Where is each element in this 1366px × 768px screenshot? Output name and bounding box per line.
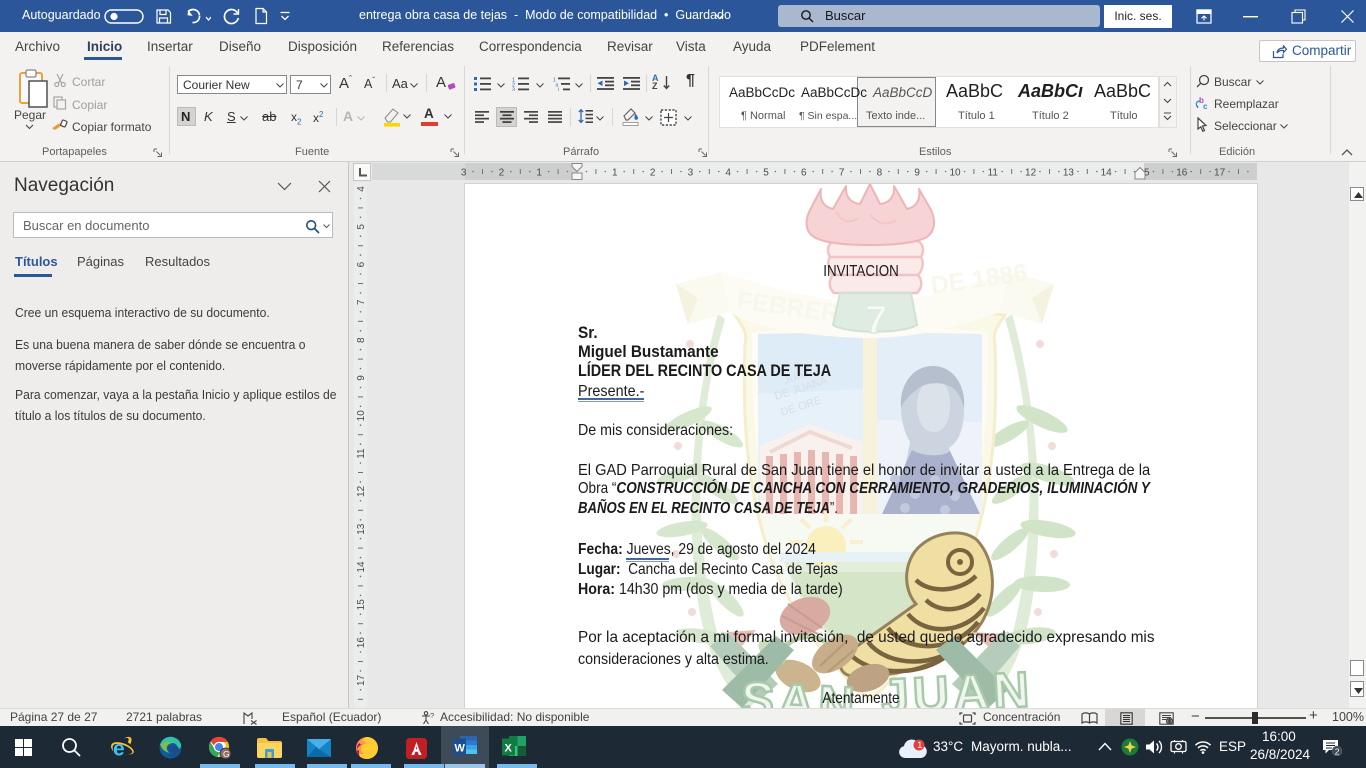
svg-text:9: 9 xyxy=(356,375,367,381)
svg-text:13: 13 xyxy=(1063,168,1075,179)
svg-text:3: 3 xyxy=(688,168,694,179)
svg-text:17: 17 xyxy=(356,674,367,686)
svg-text:X: X xyxy=(505,743,513,755)
svg-text:7: 7 xyxy=(865,298,887,342)
svg-text:14: 14 xyxy=(1101,168,1113,179)
svg-text:2: 2 xyxy=(650,168,656,179)
svg-text:2: 2 xyxy=(499,168,505,179)
svg-text:1: 1 xyxy=(536,168,542,179)
svg-text:4: 4 xyxy=(725,168,731,179)
svg-text:7: 7 xyxy=(356,299,367,305)
svg-text:6: 6 xyxy=(801,168,807,179)
svg-text:17: 17 xyxy=(1214,168,1226,179)
svg-text:e: e xyxy=(113,738,125,760)
svg-text:5: 5 xyxy=(356,224,367,230)
svg-text:13: 13 xyxy=(356,523,367,535)
svg-text:11: 11 xyxy=(356,448,367,459)
svg-text:2: 2 xyxy=(1335,746,1340,756)
svg-text:3: 3 xyxy=(512,87,515,91)
svg-text:11: 11 xyxy=(988,168,999,179)
svg-text:16: 16 xyxy=(1176,168,1188,179)
svg-text:15: 15 xyxy=(356,599,367,611)
svg-text:16: 16 xyxy=(356,637,367,649)
svg-text:4: 4 xyxy=(356,186,367,192)
svg-text:1: 1 xyxy=(917,740,922,750)
svg-text:5: 5 xyxy=(763,168,769,179)
svg-text:9: 9 xyxy=(914,168,920,179)
svg-text:G: G xyxy=(223,749,230,759)
svg-text:10: 10 xyxy=(356,410,367,422)
svg-text:8: 8 xyxy=(877,168,883,179)
svg-text:3: 3 xyxy=(461,168,467,179)
svg-text:W: W xyxy=(455,743,466,755)
svg-text:?: ? xyxy=(430,711,434,720)
svg-text:1: 1 xyxy=(612,168,618,179)
svg-text:c: c xyxy=(1203,102,1208,111)
svg-text:8: 8 xyxy=(356,337,367,343)
svg-text:14: 14 xyxy=(356,561,367,573)
svg-text:10: 10 xyxy=(949,168,961,179)
svg-text:6: 6 xyxy=(356,261,367,267)
svg-text:i: i xyxy=(558,87,559,91)
svg-text:12: 12 xyxy=(356,485,367,497)
svg-text:7: 7 xyxy=(839,168,845,179)
svg-text:12: 12 xyxy=(1025,168,1037,179)
